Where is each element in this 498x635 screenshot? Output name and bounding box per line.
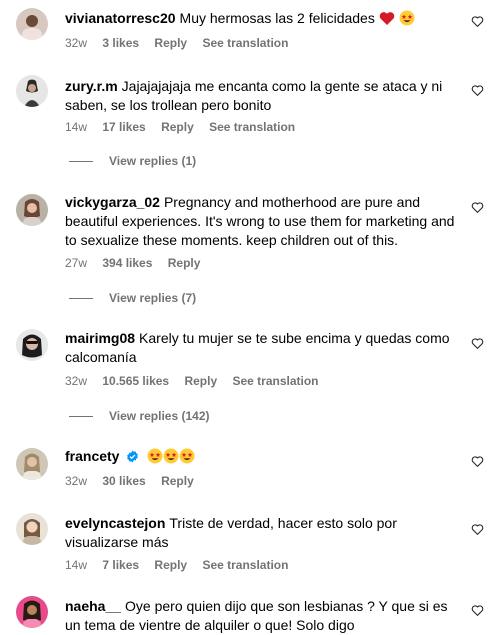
see-translation-button[interactable]: See translation [209, 120, 295, 134]
avatar[interactable] [16, 8, 48, 40]
like-heart-icon[interactable] [471, 84, 484, 97]
view-replies-button[interactable]: View replies (7) [69, 291, 196, 305]
star-struck-emoji [147, 448, 163, 469]
likes-count[interactable]: 394 likes [102, 256, 152, 270]
comment-time: 32w [65, 36, 88, 50]
comment-text: Jajajajajaja me encanta como la gente se… [65, 78, 443, 113]
comment-meta: 14w 17 likes Reply See translation [65, 120, 307, 134]
likes-count[interactable]: 7 likes [102, 558, 139, 572]
likes-count[interactable]: 30 likes [102, 474, 145, 488]
comment-item: evelyncastejon Triste de verdad, hacer es… [0, 506, 498, 582]
comment-username[interactable]: zury.r.m [65, 78, 118, 94]
red-heart-emoji [379, 11, 395, 31]
comment-username[interactable]: evelyncastejon [65, 515, 165, 531]
avatar[interactable] [16, 194, 48, 226]
reply-button[interactable]: Reply [154, 36, 187, 50]
reply-button[interactable]: Reply [161, 474, 194, 488]
comment-time: 32w [65, 374, 88, 388]
avatar[interactable] [16, 513, 48, 545]
reply-button[interactable]: Reply [168, 256, 201, 270]
view-replies-button[interactable]: View replies (1) [69, 154, 196, 168]
comment-item: vivianatorresc20 Muy hermosas las 2 felic… [0, 0, 498, 60]
view-replies-button[interactable]: View replies (142) [69, 409, 210, 423]
comment-meta: 27w 394 likes Reply [65, 256, 212, 270]
comment-username[interactable]: naeha__ [65, 598, 121, 614]
avatar[interactable] [16, 75, 48, 107]
like-heart-icon[interactable] [471, 523, 484, 536]
comment-item: zury.r.m Jajajajajaja me encanta como la … [0, 68, 498, 178]
comment-meta: 32w 30 likes Reply [65, 474, 206, 488]
like-heart-icon[interactable] [471, 201, 484, 214]
comment-text: Muy hermosas las 2 felicidades [179, 10, 375, 26]
like-heart-icon[interactable] [471, 337, 484, 350]
comment-text: Oye pero quien dijo que son lesbianas ? … [65, 598, 448, 633]
view-replies-label[interactable]: View replies (1) [109, 154, 196, 168]
likes-count[interactable]: 17 likes [102, 120, 145, 134]
see-translation-button[interactable]: See translation [202, 558, 288, 572]
like-heart-icon[interactable] [471, 604, 484, 617]
comment-username[interactable]: mairimg08 [65, 330, 135, 346]
star-struck-emoji [179, 448, 195, 469]
comment-meta: 14w 7 likes Reply See translation [65, 558, 300, 572]
like-heart-icon[interactable] [471, 455, 484, 468]
comment-item: mairimg08 Karely tu mujer se te sube enci… [0, 320, 498, 430]
reply-button[interactable]: Reply [154, 558, 187, 572]
view-replies-label[interactable]: View replies (142) [109, 409, 210, 423]
comment-item: naeha__ Oye pero quien dijo que son lesbi… [0, 590, 498, 633]
star-struck-emoji [163, 448, 179, 469]
comment-username[interactable]: vivianatorresc20 [65, 10, 176, 26]
comment-time: 27w [65, 256, 88, 270]
see-translation-button[interactable]: See translation [232, 374, 318, 388]
view-replies-label[interactable]: View replies (7) [109, 291, 196, 305]
like-heart-icon[interactable] [471, 15, 484, 28]
replies-divider [69, 298, 93, 300]
comment-username[interactable]: francety [65, 448, 119, 464]
see-translation-button[interactable]: See translation [202, 36, 288, 50]
comment-meta: 32w 10.565 likes Reply See translation [65, 374, 331, 388]
comment-username[interactable]: vickygarza_02 [65, 194, 160, 210]
comment-time: 32w [65, 474, 88, 488]
comment-item: vickygarza_02 Pregnancy and motherhood ar… [0, 184, 498, 314]
reply-button[interactable]: Reply [161, 120, 194, 134]
replies-divider [69, 161, 93, 163]
comment-item: francety 32w 30 likes Reply [0, 440, 498, 500]
comment-time: 14w [65, 120, 88, 134]
replies-divider [69, 416, 93, 418]
reply-button[interactable]: Reply [184, 374, 217, 388]
comment-time: 14w [65, 558, 88, 572]
likes-count[interactable]: 10.565 likes [102, 374, 169, 388]
likes-count[interactable]: 3 likes [102, 36, 139, 50]
avatar[interactable] [16, 329, 48, 361]
comment-meta: 32w 3 likes Reply See translation [65, 36, 300, 50]
verified-badge-icon [126, 449, 139, 468]
avatar[interactable] [16, 596, 48, 628]
star-struck-emoji [399, 10, 415, 31]
avatar[interactable] [16, 448, 48, 480]
